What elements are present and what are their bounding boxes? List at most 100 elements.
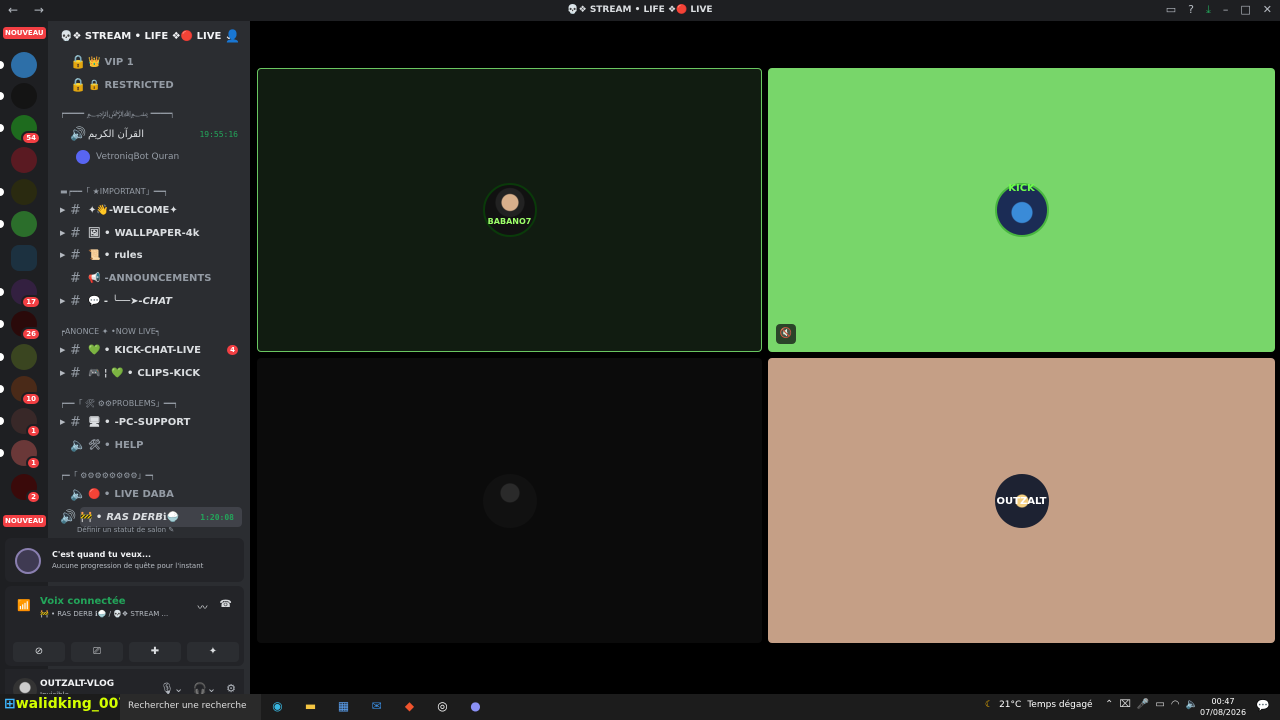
participant-avatar: KICK (994, 183, 1049, 237)
quest-avatar (15, 548, 41, 574)
chevron-up-icon[interactable]: ⌃ (1105, 699, 1113, 710)
channel-wallpaper[interactable]: ▶ # 🖼 • WALLPAPER-4k (48, 223, 250, 243)
notifications-icon[interactable]: 💬 (1256, 699, 1270, 712)
channel-restricted[interactable]: 🔒 🔒 RESTRICTED (48, 75, 250, 95)
disconnect-icon[interactable]: ☎ (220, 599, 232, 614)
server-icon[interactable]: 2 (11, 474, 41, 504)
windows-icon[interactable]: ⊞ (4, 696, 16, 712)
voice-controls: 〰 ☎ (198, 599, 232, 614)
noise-suppression-icon[interactable]: 〰 (198, 599, 208, 614)
store-icon[interactable]: ▦ (334, 699, 353, 713)
wifi-icon[interactable]: ◠ (1171, 699, 1180, 710)
server-icon[interactable]: 1 (0, 440, 41, 470)
category-problems[interactable]: ┍━━「 🛠 ⚙⚙PROBLEMS」━━┑ (48, 395, 250, 411)
server-icon[interactable] (0, 179, 37, 205)
server-icon[interactable]: 54 (0, 115, 41, 145)
channel-label: LIVE DABA (114, 488, 174, 500)
channel-live-daba[interactable]: 🔈 🔴 • LIVE DABA (48, 484, 250, 504)
participant-tile[interactable]: BABANO7 (257, 68, 762, 352)
guild-header[interactable]: 💀❖ STREAM • LIFE ❖🔴 LIVE ⌄ 👤 (48, 21, 250, 53)
signal-icon[interactable]: 📶 (17, 599, 31, 612)
username[interactable]: OUTZALT-VLOG (40, 679, 114, 689)
server-icon[interactable]: 1 (0, 408, 41, 438)
participant-tile[interactable]: KICK 🔇 (768, 68, 1275, 352)
hash-icon: # (70, 202, 81, 218)
system-tray: ⌃ ⌧ 🎤 ▭ ◠ 🔈 (1105, 699, 1198, 710)
server-icon[interactable]: 26 (0, 311, 41, 341)
display-icon[interactable]: ▭ (1155, 699, 1164, 710)
discord-icon[interactable]: ● (466, 699, 485, 713)
channel-label: VIP 1 (104, 56, 134, 68)
category-important[interactable]: ▬┍━━「 ★IMPORTANT」━━┑ (48, 183, 250, 199)
unread-badge: 17 (21, 295, 41, 309)
folder-icon[interactable]: ▬ (301, 699, 320, 713)
voice-channel[interactable]: 🚧 • RAS DERB ℹ🍚 / 💀❖ STREAM ... (40, 610, 168, 618)
channel-help[interactable]: 🔈 🛠 • HELP (48, 435, 250, 455)
quest-panel[interactable]: C'est quand tu veux... Aucune progressio… (5, 538, 244, 582)
unread-badge: 10 (21, 392, 41, 406)
weather-widget[interactable]: ☾ 21°C Temps dégagé (985, 700, 1093, 710)
server-icon[interactable] (0, 83, 37, 109)
taskbar-search[interactable]: Rechercher une recherche (120, 694, 261, 720)
channel-label: القرآن الكريم (88, 128, 145, 140)
mention-badge: 4 (227, 345, 238, 355)
close-icon[interactable]: ✕ (1263, 3, 1272, 17)
voice-action-buttons: ⊘ ⎚ ✚ ✦ (13, 642, 239, 662)
network-icon[interactable]: ⌧ (1119, 699, 1131, 710)
brave-icon[interactable]: ◆ (400, 699, 419, 713)
server-icon[interactable]: 10 (0, 376, 41, 406)
activities-button[interactable]: ✚ (129, 642, 181, 662)
maximize-icon[interactable]: □ (1240, 3, 1250, 17)
window-title: 💀❖ STREAM • LIFE ❖🔴 LIVE (567, 5, 713, 15)
screen-share-button[interactable]: ⎚ (71, 642, 123, 662)
server-icon[interactable] (0, 52, 37, 78)
category-quran[interactable]: ┍━━━━ ﷽ ━━━━┑ (48, 107, 250, 123)
channel-rules[interactable]: ▶ # 📜 • rules (48, 245, 250, 265)
voice-user[interactable]: VetroniqBot Quran (76, 150, 179, 164)
soundboard-button[interactable]: ✦ (187, 642, 239, 662)
participant-tile[interactable] (257, 358, 762, 643)
channel-welcome[interactable]: ▶ # ✦👋-WELCOME✦ (48, 200, 250, 220)
mail-icon[interactable]: ✉ (367, 699, 386, 713)
tag-text: walidking_007 (15, 696, 129, 712)
channel-label: WALLPAPER-4k (114, 227, 200, 239)
channel-clips-kick[interactable]: ▶ # 🎮 ¦ 💚 • CLIPS-KICK (48, 363, 250, 383)
minimize-icon[interactable]: – (1223, 3, 1229, 17)
temperature: 21°C (999, 700, 1022, 710)
inbox-icon[interactable]: ▭ (1166, 3, 1176, 17)
channel-status-hint[interactable]: Définir un statut de salon ✎ (77, 526, 174, 534)
avatar-text: BABANO7 (487, 217, 532, 226)
title-bar: ← → 💀❖ STREAM • LIFE ❖🔴 LIVE ▭ ? ⤓ – □ ✕ (0, 0, 1280, 21)
server-icon[interactable]: 17 (0, 279, 41, 309)
speaker-icon: 🔊 (60, 509, 77, 525)
channel-quran[interactable]: 🔊 القرآن الكريم 19:55:16 (48, 124, 250, 144)
help-icon[interactable]: ? (1188, 3, 1194, 17)
channel-chat[interactable]: ▶ # 💬 - ╰──➤-CHAT (48, 291, 250, 311)
hash-icon: # (70, 414, 81, 430)
server-icon[interactable] (0, 211, 37, 237)
clock[interactable]: 00:47 07/08/2026 (1200, 696, 1246, 718)
voice-status[interactable]: Voix connectée (40, 596, 126, 607)
channel-announcements[interactable]: # 📢 -ANNOUNCEMENTS (48, 268, 250, 288)
server-icon[interactable] (0, 344, 37, 370)
quest-subtitle: Aucune progression de quête pour l'insta… (52, 562, 204, 570)
channel-vip[interactable]: 🔒 👑 VIP 1 (48, 52, 250, 72)
channel-kick-chat[interactable]: ▶ # 💚 • KICK-CHAT-LIVE 4 (48, 340, 250, 360)
volume-icon[interactable]: 🔈 (1186, 699, 1198, 710)
obs-icon[interactable]: ◎ (433, 699, 452, 713)
download-icon[interactable]: ⤓ (1206, 3, 1211, 17)
edge-icon[interactable]: ◉ (268, 699, 287, 713)
server-icon[interactable] (11, 147, 37, 173)
speaker-icon: 🔊 (70, 126, 87, 142)
folder-icon[interactable] (11, 245, 37, 271)
channel-pc-support[interactable]: ▶ # 🖥 • -PC-SUPPORT (48, 412, 250, 432)
microphone-icon[interactable]: 🎤 (1137, 699, 1149, 710)
category-live[interactable]: ┍━「 ⚙⚙⚙⚙⚙⚙⚙⚙」━┑ (48, 467, 250, 483)
channel-ras-derb[interactable]: 🔊 🚧 • RAS DERB ℹ🍚 1:20:08 (60, 507, 242, 527)
category-anonce[interactable]: ┍ANONCE ✦ •NOW LIVE┑ (48, 323, 250, 339)
channel-label: ✦👋-WELCOME✦ (88, 204, 178, 216)
add-member-icon[interactable]: 👤 (225, 29, 240, 43)
camera-off-button[interactable]: ⊘ (13, 642, 65, 662)
voice-timer: 1:20:08 (200, 512, 234, 522)
participant-tile[interactable]: OUTZALT (768, 358, 1275, 643)
